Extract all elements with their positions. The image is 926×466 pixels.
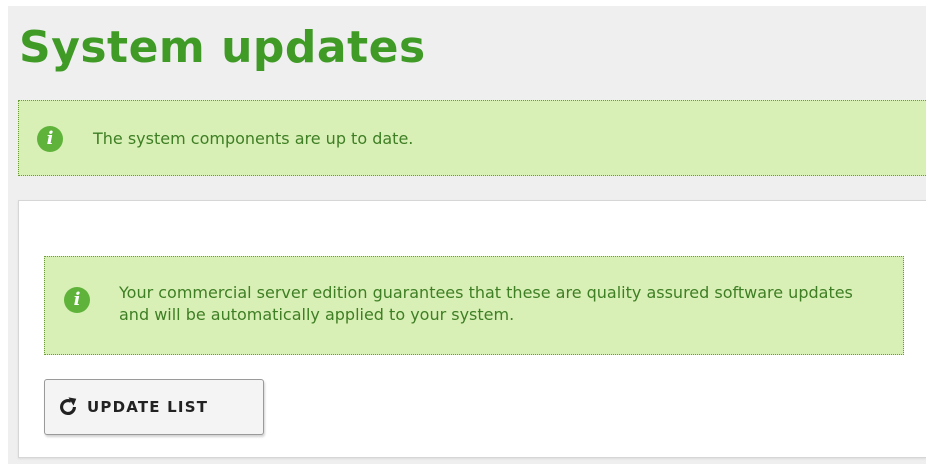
edition-notice: i Your commercial server edition guarant…: [44, 256, 904, 355]
update-list-label: UPDATE LIST: [87, 398, 209, 416]
update-list-button[interactable]: UPDATE LIST: [44, 379, 264, 435]
page-title: System updates: [19, 22, 426, 73]
status-notice: i The system components are up to date.: [18, 100, 926, 176]
status-notice-text: The system components are up to date.: [93, 129, 414, 148]
info-icon: i: [64, 287, 90, 313]
info-icon: i: [37, 126, 63, 152]
page-container: System updates i The system components a…: [8, 6, 926, 464]
refresh-icon: [60, 397, 77, 415]
updates-panel: i Your commercial server edition guarant…: [18, 200, 926, 458]
edition-notice-text: Your commercial server edition guarantee…: [119, 283, 853, 324]
